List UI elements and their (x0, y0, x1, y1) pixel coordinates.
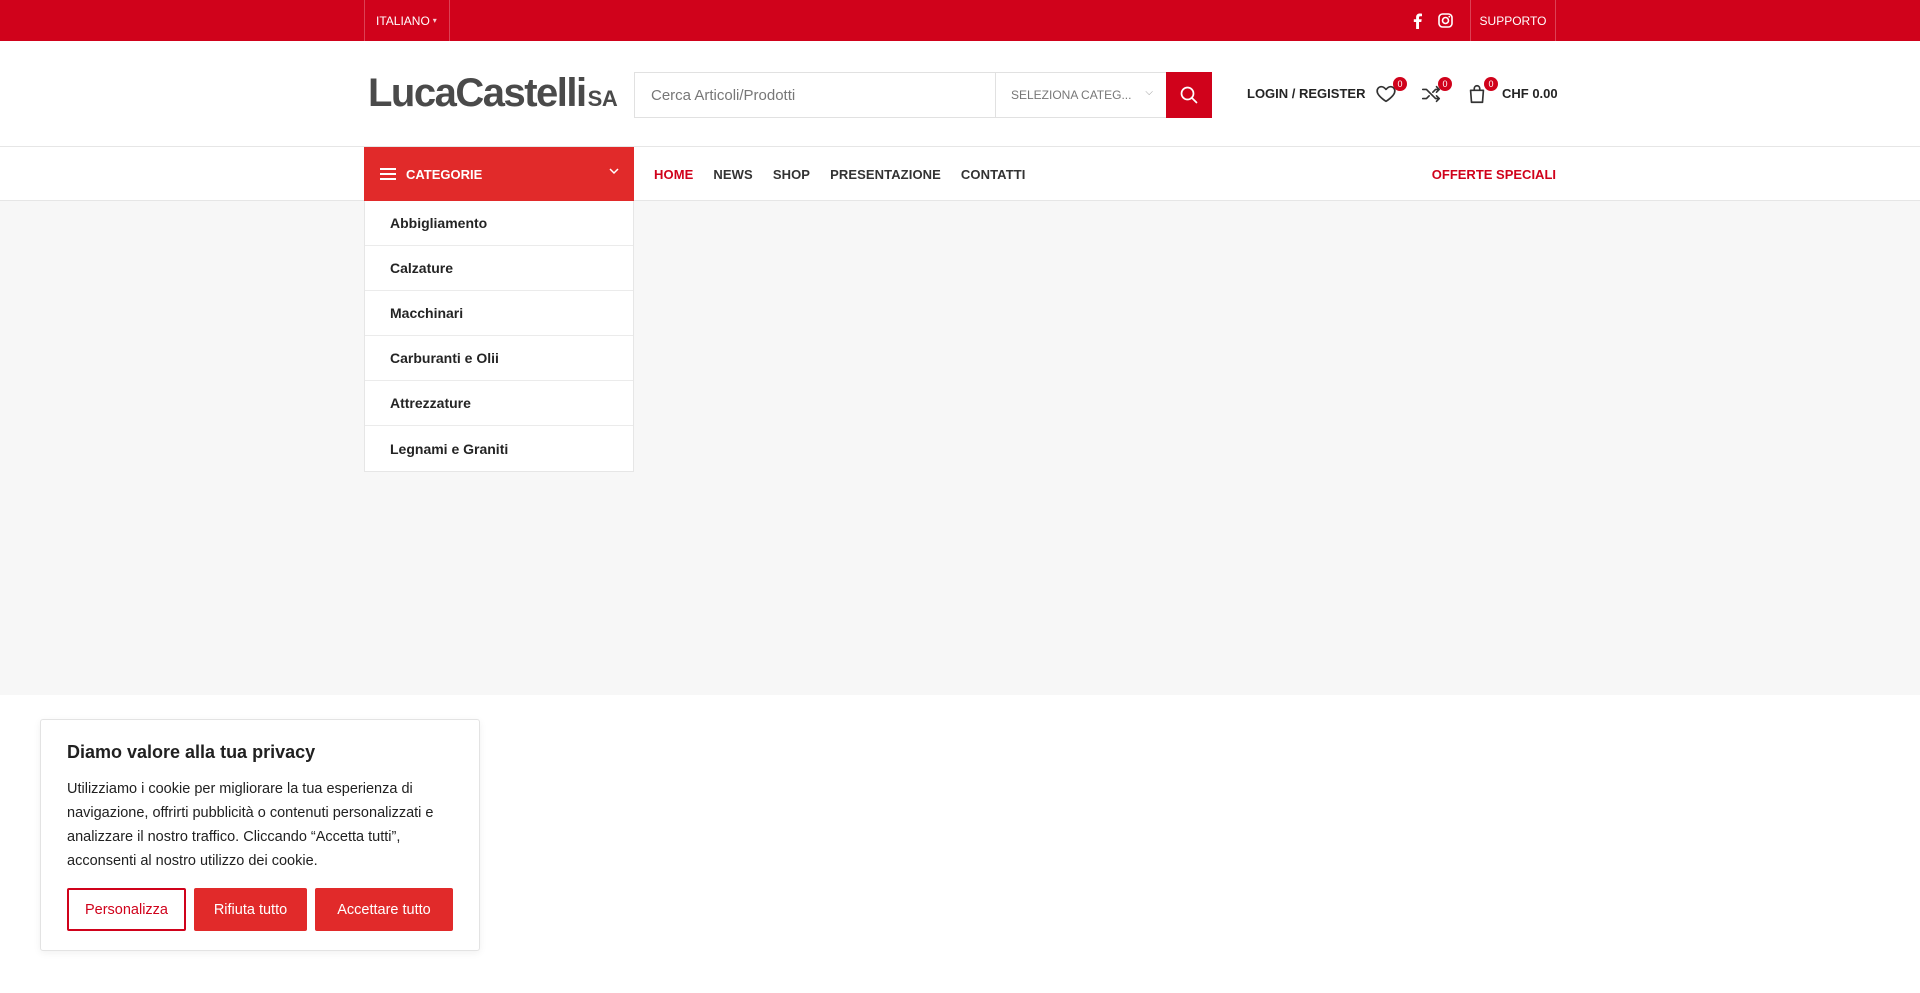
wishlist-count-badge: 0 (1393, 77, 1407, 91)
navigation-bar: CATEGORIE HOME NEWS SHOP PRESENTAZIONE C… (0, 147, 1920, 201)
wishlist-button[interactable]: 0 (1375, 77, 1407, 107)
customize-button[interactable]: Personalizza (67, 888, 186, 931)
menu-icon (380, 165, 396, 183)
main-content (0, 201, 1920, 695)
chevron-down-icon: ⌵ (1145, 87, 1153, 98)
cart-button[interactable]: 0 (1466, 77, 1498, 107)
nav-item-news[interactable]: NEWS (713, 167, 752, 182)
cookie-text: Utilizziamo i cookie per migliorare la t… (67, 781, 434, 869)
logo-text: LucaCastelli (368, 71, 587, 115)
search-button[interactable] (1166, 72, 1212, 118)
category-item-macchinari[interactable]: Macchinari (365, 291, 633, 336)
category-item-carburanti[interactable]: Carburanti e Olii (365, 336, 633, 381)
special-offers-link[interactable]: OFFERTE SPECIALI (1432, 147, 1556, 201)
chevron-down-icon (609, 168, 619, 175)
compare-count-badge: 0 (1438, 77, 1452, 91)
category-item-abbigliamento[interactable]: Abbigliamento (365, 201, 633, 246)
category-list: Abbigliamento Calzature Macchinari Carbu… (364, 201, 634, 472)
facebook-icon[interactable] (1413, 0, 1422, 41)
search-category-select[interactable]: SELEZIONA CATEG... ⌵ (995, 73, 1167, 117)
category-item-attrezzature[interactable]: Attrezzature (365, 381, 633, 426)
nav-item-home[interactable]: HOME (654, 167, 693, 182)
chevron-down-icon: ▾ (432, 16, 437, 25)
category-item-legnami[interactable]: Legnami e Graniti (365, 426, 633, 471)
search-icon (1180, 86, 1198, 104)
cookie-actions: Personalizza Rifiuta tutto Accettare tut… (67, 888, 453, 931)
cookie-consent-banner: Diamo valore alla tua privacy Utilizziam… (40, 719, 480, 951)
cart-count-badge: 0 (1484, 77, 1498, 91)
nav-item-contatti[interactable]: CONTATTI (961, 167, 1026, 182)
nav-item-presentazione[interactable]: PRESENTAZIONE (830, 167, 941, 182)
top-bar: ITALIANO ▾ SUPPORTO (0, 0, 1920, 41)
cart-total[interactable]: CHF 0.00 (1502, 86, 1558, 101)
logo-suffix: SA (587, 86, 618, 111)
search-input[interactable] (635, 73, 995, 117)
login-register-link[interactable]: LOGIN / REGISTER (1247, 86, 1365, 101)
language-selector[interactable]: ITALIANO ▾ (364, 0, 450, 41)
categories-toggle[interactable]: CATEGORIE (364, 147, 634, 201)
reject-all-button[interactable]: Rifiuta tutto (194, 888, 307, 931)
accept-all-button[interactable]: Accettare tutto (315, 888, 453, 931)
cookie-title: Diamo valore alla tua privacy (67, 742, 316, 762)
nav-item-shop[interactable]: SHOP (773, 167, 810, 182)
support-link[interactable]: SUPPORTO (1470, 0, 1556, 41)
compare-button[interactable]: 0 (1420, 77, 1452, 107)
main-header: LucaCastelli SA SELEZIONA CATEG... ⌵ LOG… (0, 41, 1920, 147)
site-logo[interactable]: LucaCastelli SA (368, 71, 618, 115)
search-category-label: SELEZIONA CATEG... (1011, 88, 1132, 102)
main-menu: HOME NEWS SHOP PRESENTAZIONE CONTATTI (654, 147, 1046, 201)
instagram-icon[interactable] (1438, 0, 1453, 41)
search-form: SELEZIONA CATEG... ⌵ (634, 72, 1212, 118)
language-label: ITALIANO (376, 13, 430, 28)
categories-label: CATEGORIE (406, 166, 483, 182)
category-item-calzature[interactable]: Calzature (365, 246, 633, 291)
